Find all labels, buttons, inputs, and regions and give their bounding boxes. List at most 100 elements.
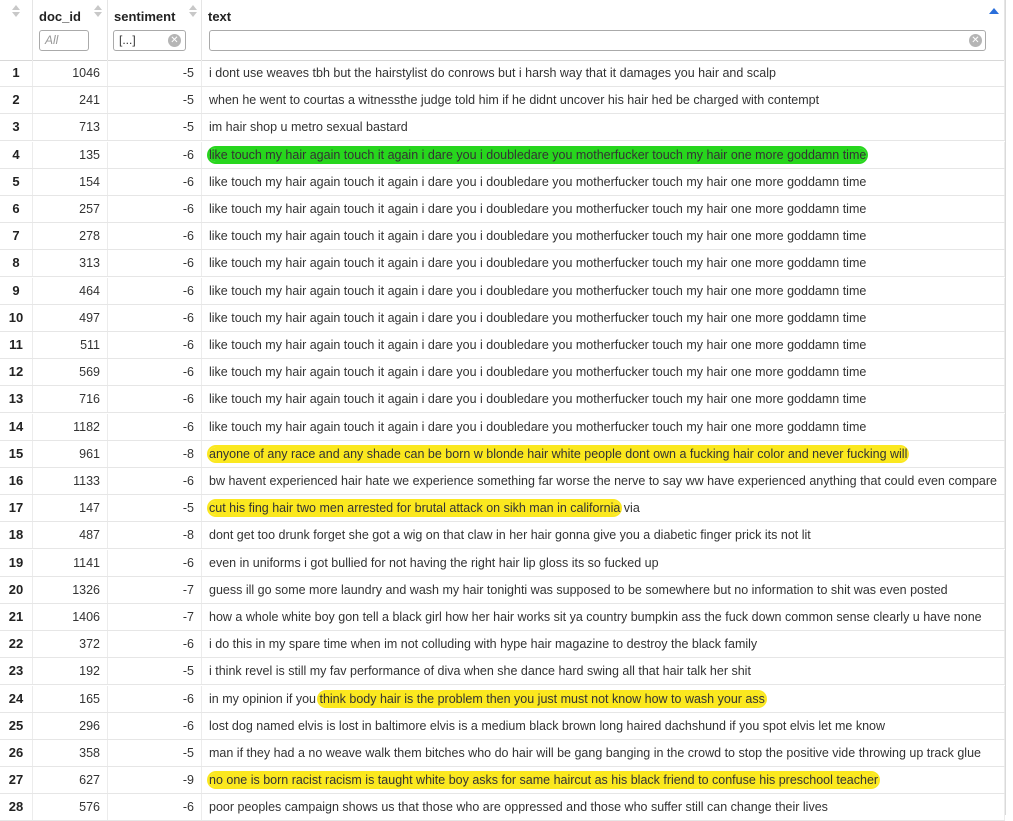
text-content: like touch my hair again touch it again …: [209, 365, 867, 380]
table-row[interactable]: 22 372 -6 i do this in my spare time when i…: [0, 631, 1005, 659]
table-row[interactable]: 23 192 -5 i think revel is still my fav per…: [0, 658, 1005, 686]
clear-filter-icon[interactable]: ✕: [969, 34, 982, 47]
text-cell: im hair shop u metro sexual bastard: [202, 114, 1005, 141]
table-row[interactable]: 10 497 -6 like touch my hair again touch it…: [0, 304, 1005, 332]
text-cell: cut his fing hair two men arrested for b…: [202, 495, 1005, 522]
table-row[interactable]: 9 464 -6 like touch my hair again touch it …: [0, 277, 1005, 305]
text-content: like touch my hair again touch it again …: [209, 338, 867, 352]
text-content: like touch my hair again touch it again …: [209, 392, 867, 407]
text-cell: like touch my hair again touch it again …: [202, 413, 1005, 440]
doc-id-cell: 1046: [33, 60, 108, 86]
text-cell: even in uniforms i got bullied for not h…: [202, 549, 1005, 576]
text-content: i think revel is still my fav performanc…: [209, 664, 751, 679]
row-index: 13: [0, 386, 33, 413]
row-index: 24: [0, 685, 33, 712]
row-index: 3: [0, 114, 33, 141]
sort-ascending-icon[interactable]: [989, 8, 999, 14]
sentiment-cell: -6: [108, 468, 202, 494]
text-cell: guess ill go some more laundry and wash …: [202, 576, 1005, 603]
highlighted-text: like touch my hair again touch it again …: [209, 147, 867, 162]
text-cell: man if they had a no weave walk them bit…: [202, 740, 1005, 766]
table-row[interactable]: 13 716 -6 like touch my hair again touch it…: [0, 386, 1005, 414]
doc-id-cell: 961: [33, 440, 108, 467]
table-row[interactable]: 26 358 -5 man if they had a no weave walk t…: [0, 740, 1005, 767]
doc-id-cell: 165: [33, 685, 108, 712]
row-index: 28: [0, 794, 33, 821]
table-row[interactable]: 11 511 -6 like touch my hair again touch it…: [0, 332, 1005, 359]
sentiment-cell: -6: [108, 277, 202, 304]
table-row[interactable]: 6 257 -6 like touch my hair again touch it …: [0, 196, 1005, 223]
sentiment-cell: -6: [108, 196, 202, 222]
sentiment-cell: -6: [108, 304, 202, 331]
sentiment-cell: -6: [108, 549, 202, 576]
text-filter-input[interactable]: ✕: [209, 30, 986, 51]
text-content-suffix: via: [620, 501, 640, 516]
table-row[interactable]: 12 569 -6 like touch my hair again touch it…: [0, 359, 1005, 387]
header-text[interactable]: text ✕: [202, 0, 1005, 60]
sentiment-cell: -9: [108, 767, 202, 794]
row-index: 6: [0, 196, 33, 222]
table-row[interactable]: 25 296 -6 lost dog named elvis is lost in b…: [0, 712, 1005, 740]
table-row[interactable]: 2 241 -5 when he went to courtas a witness…: [0, 87, 1005, 115]
table-row[interactable]: 18 487 -8 dont get too drunk forget she got…: [0, 522, 1005, 550]
text-cell: bw havent experienced hair hate we exper…: [202, 468, 1005, 494]
row-index: 8: [0, 250, 33, 277]
sentiment-cell: -6: [108, 712, 202, 739]
sort-icon[interactable]: [94, 5, 102, 19]
table-row[interactable]: 8 313 -6 like touch my hair again touch it …: [0, 250, 1005, 278]
header-sentiment[interactable]: sentiment [...] ✕: [108, 0, 202, 60]
table-row[interactable]: 14 1182 -6 like touch my hair again touch i…: [0, 413, 1005, 441]
table-row[interactable]: 19 1141 -6 even in uniforms i got bullied f…: [0, 549, 1005, 577]
header-doc-id[interactable]: doc_id All: [33, 0, 108, 60]
text-cell: i think revel is still my fav performanc…: [202, 658, 1005, 685]
table-row[interactable]: 15 961 -8 anyone of any race and any shade …: [0, 440, 1005, 468]
doc-id-cell: 487: [33, 522, 108, 549]
row-index: 22: [0, 631, 33, 658]
doc-id-cell: 464: [33, 277, 108, 304]
sort-icon[interactable]: [189, 5, 197, 19]
text-cell: like touch my hair again touch it again …: [202, 359, 1005, 386]
table-row[interactable]: 1 1046 -5 i dont use weaves tbh but the ha…: [0, 60, 1005, 87]
sentiment-cell: -7: [108, 576, 202, 603]
table-row[interactable]: 21 1406 -7 how a whole white boy gon tell a…: [0, 604, 1005, 631]
text-cell: poor peoples campaign shows us that thos…: [202, 794, 1005, 821]
header-row-index[interactable]: [0, 0, 33, 60]
sentiment-cell: -5: [108, 114, 202, 141]
text-content: how a whole white boy gon tell a black g…: [209, 610, 982, 624]
text-cell: i dont use weaves tbh but the hairstylis…: [202, 60, 1005, 86]
row-index: 10: [0, 304, 33, 331]
sentiment-cell: -6: [108, 168, 202, 195]
doc-id-cell: 241: [33, 87, 108, 114]
sentiment-filter-input[interactable]: [...] ✕: [113, 30, 186, 51]
table-header: doc_id All sentiment [...] ✕ text ✕: [0, 0, 1005, 61]
row-index: 21: [0, 604, 33, 630]
doc-id-cell: 313: [33, 250, 108, 277]
sentiment-cell: -5: [108, 740, 202, 766]
table-row[interactable]: 4 135 -6 like touch my hair again touch it …: [0, 141, 1005, 169]
row-index: 18: [0, 522, 33, 549]
table-row[interactable]: 20 1326 -7 guess ill go some more laundry a…: [0, 576, 1005, 604]
text-content: i do this in my spare time when im not c…: [209, 637, 758, 652]
sentiment-cell: -6: [108, 359, 202, 386]
table-row[interactable]: 3 713 -5 im hair shop u metro sexual bastar…: [0, 114, 1005, 142]
clear-filter-icon[interactable]: ✕: [168, 34, 181, 47]
table-row[interactable]: 16 1133 -6 bw havent experienced hair hate …: [0, 468, 1005, 495]
sort-icon[interactable]: [12, 5, 20, 19]
text-content: poor peoples campaign shows us that thos…: [209, 800, 828, 815]
table-row[interactable]: 24 165 -6 in my opinion if you think body h…: [0, 685, 1005, 713]
doc-id-cell: 154: [33, 168, 108, 195]
sentiment-cell: -5: [108, 658, 202, 685]
table-row[interactable]: 5 154 -6 like touch my hair again touch it …: [0, 168, 1005, 196]
table-row[interactable]: 28 576 -6 poor peoples campaign shows us th…: [0, 794, 1005, 821]
sentiment-cell: -6: [108, 332, 202, 358]
doc-id-cell: 569: [33, 359, 108, 386]
table-row[interactable]: 7 278 -6 like touch my hair again touch it …: [0, 223, 1005, 251]
row-index: 26: [0, 740, 33, 766]
text-cell: like touch my hair again touch it again …: [202, 223, 1005, 250]
table-row[interactable]: 17 147 -5 cut his fing hair two men arreste…: [0, 495, 1005, 523]
doc-id-filter-input[interactable]: All: [39, 30, 89, 51]
row-index: 1: [0, 60, 33, 86]
table-row[interactable]: 27 627 -9 no one is born racist racism is t…: [0, 767, 1005, 795]
text-cell: in my opinion if you think body hair is …: [202, 685, 1005, 712]
text-cell: like touch my hair again touch it again …: [202, 332, 1005, 358]
